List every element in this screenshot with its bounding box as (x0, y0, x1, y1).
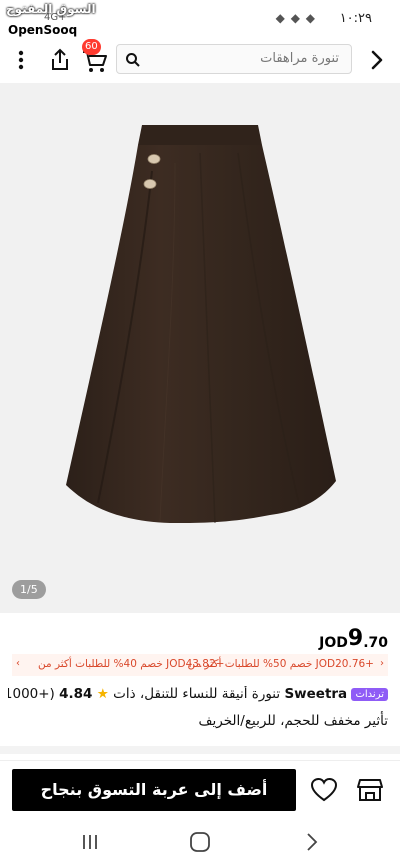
bottom-action-bar: أضف إلى عربة التسوق بنجاح (0, 760, 400, 818)
heart-icon (310, 777, 338, 802)
back-nav-icon[interactable] (306, 832, 318, 852)
wishlist-button[interactable] (310, 777, 338, 803)
recent-apps-icon[interactable] (80, 832, 100, 852)
chevron-left-icon: › (380, 658, 384, 669)
chevron-right-icon (371, 50, 383, 70)
home-icon[interactable] (189, 831, 211, 853)
app-header: 60 تنورة مراهقات (0, 39, 400, 82)
skirt-image (66, 125, 336, 524)
image-counter: 1/5 (12, 580, 46, 599)
product-image-gallery[interactable]: 1/5 (0, 83, 400, 613)
more-vertical-icon (18, 50, 24, 70)
product-title-line2: تأثير مخفف للحجم، للربيع/الخريف (198, 713, 388, 729)
price-currency: JOD (319, 635, 348, 651)
review-count[interactable]: (+1000) (8, 686, 55, 702)
status-time: ١٠:٢٩ (339, 11, 372, 26)
chevron-left-icon: ‹ (16, 658, 20, 669)
star-icon: ★ (96, 686, 109, 702)
brand-name: Sweetra (284, 686, 348, 702)
cart-count-badge: 60 (82, 39, 101, 55)
search-query: تنورة مراهقات (260, 51, 339, 66)
add-to-cart-button[interactable]: أضف إلى عربة التسوق بنجاح (12, 769, 296, 811)
more-options-button[interactable] (14, 48, 28, 72)
trend-badge: ترندات (351, 687, 388, 701)
share-icon (52, 48, 68, 70)
rating-value: 4.84 (59, 686, 93, 702)
watermark-arabic: السوق المفتوح (6, 2, 96, 16)
price-integer: 9 (347, 626, 364, 651)
store-icon (357, 779, 383, 801)
system-nav-bar (0, 818, 400, 867)
price: JOD9.70 (319, 626, 388, 651)
back-button[interactable] (366, 48, 388, 72)
search-input[interactable]: تنورة مراهقات (116, 44, 352, 74)
search-icon[interactable] (125, 52, 141, 68)
store-button[interactable] (356, 777, 384, 803)
opensooq-watermark: السوق المفتوح OpenSooq (0, 0, 100, 40)
price-decimal: .70 (363, 635, 388, 651)
product-title-line1: تنورة أنيقة للنساء للتنقل، ذات (113, 686, 281, 702)
watermark-english: OpenSooq (4, 22, 82, 38)
promo-banner[interactable]: › خصم 50% للطلبات أكثر من JOD20.76+ خصم … (12, 654, 388, 676)
share-button[interactable] (48, 47, 72, 73)
notification-icons: ◆ ◆ ◆ (275, 11, 316, 25)
product-title: ترندات Sweetra تنورة أنيقة للنساء للتنقل… (8, 686, 388, 702)
section-divider (0, 746, 400, 754)
promo-item: خصم 40% للطلبات أكثر من JOD43.82+ (38, 658, 225, 670)
